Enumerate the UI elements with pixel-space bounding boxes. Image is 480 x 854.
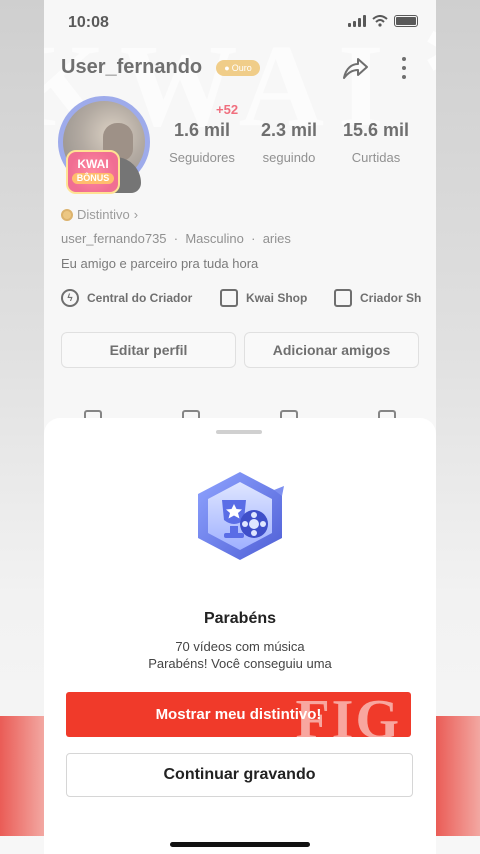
- kwai-bonus-badge[interactable]: KWAI BÔNUS: [66, 150, 120, 194]
- quick-link-label: Kwai Shop: [246, 291, 308, 305]
- stat-value: 2.3 mil: [260, 120, 318, 140]
- quick-link-creator-center[interactable]: ϟ Central do Criador: [61, 289, 192, 307]
- profile-bio: Eu amigo e parceiro pra tuda hora: [61, 256, 259, 271]
- kwai-bonus-line1: KWAI: [77, 157, 109, 171]
- stat-likes[interactable]: 15.6 mil Curtidas: [334, 120, 418, 165]
- chevron-right-icon: ›: [133, 207, 139, 222]
- store-icon: [334, 289, 352, 307]
- separator-dot: ·: [170, 231, 182, 246]
- separator-dot: ·: [247, 231, 260, 246]
- add-friends-button[interactable]: Adicionar amigos: [244, 332, 419, 368]
- share-icon[interactable]: [340, 54, 370, 82]
- background-red-right: [436, 716, 480, 836]
- profile-gender: Masculino: [185, 231, 244, 246]
- status-icons: [348, 15, 418, 27]
- profile-username: User_fernando: [61, 56, 203, 78]
- wifi-icon: [372, 15, 388, 27]
- sheet-title: Parabéns: [203, 610, 277, 627]
- gold-tier-badge[interactable]: ● Ouro: [216, 60, 260, 76]
- stat-following[interactable]: 2.3 mil seguindo: [249, 120, 329, 165]
- stat-value: 1.6 mil: [173, 120, 231, 140]
- distintivo-label: Distintivo: [77, 207, 130, 222]
- sheet-congrats-text: Parabéns! Você conseguiu uma: [148, 656, 332, 671]
- more-options-icon[interactable]: [394, 55, 414, 81]
- stat-label: Seguidores: [169, 150, 235, 165]
- stat-label: Curtidas: [351, 150, 401, 165]
- quick-link-label: Criador Sh: [360, 291, 422, 305]
- continue-recording-button[interactable]: Continuar gravando: [66, 753, 413, 797]
- quick-link-creator-shop[interactable]: Criador Sh: [334, 289, 421, 307]
- sheet-achievement-text: 70 vídeos com música: [175, 639, 305, 654]
- show-badge-label: Mostrar meu distintivo!: [155, 706, 322, 723]
- achievement-bottom-sheet: Parabéns 70 vídeos com música Parabéns! …: [44, 418, 436, 854]
- sheet-drag-handle[interactable]: [216, 430, 262, 434]
- music-trophy-badge-icon: [198, 472, 284, 560]
- new-followers-count: +52: [216, 102, 239, 117]
- battery-icon: [394, 15, 418, 27]
- distintivo-icon: [61, 208, 73, 221]
- quick-link-kwai-shop[interactable]: Kwai Shop: [220, 289, 307, 307]
- distintivo-link[interactable]: Distintivo ›: [61, 207, 138, 222]
- stat-label: seguindo: [262, 150, 316, 165]
- shopping-bag-icon: [220, 289, 238, 307]
- stat-value: 15.6 mil: [342, 120, 410, 140]
- avatar[interactable]: KWAI BÔNUS: [58, 92, 156, 200]
- background-red-left: [0, 716, 44, 836]
- status-bar: 10:08: [44, 0, 436, 44]
- profile-screen: KWAI ✱ 10:08 User_fernando ● Ouro KWAI B…: [44, 0, 436, 854]
- show-badge-button[interactable]: FIG Mostrar meu distintivo!: [66, 692, 411, 737]
- signal-icon: [348, 15, 366, 27]
- profile-sign: aries: [262, 231, 291, 246]
- home-indicator[interactable]: [170, 842, 310, 847]
- quick-link-label: Central do Criador: [87, 291, 193, 305]
- profile-info-line: user_fernando735 · Masculino · aries: [61, 231, 291, 246]
- lightning-icon: ϟ: [61, 289, 79, 307]
- kwai-bonus-line2: BÔNUS: [72, 173, 114, 184]
- profile-handle: user_fernando735: [61, 231, 167, 246]
- medal-icon: ●: [224, 63, 230, 73]
- stat-followers[interactable]: 1.6 mil Seguidores: [162, 120, 242, 165]
- edit-profile-button[interactable]: Editar perfil: [61, 332, 236, 368]
- status-time: 10:08: [68, 14, 109, 31]
- tier-badge-label: Ouro: [231, 63, 252, 73]
